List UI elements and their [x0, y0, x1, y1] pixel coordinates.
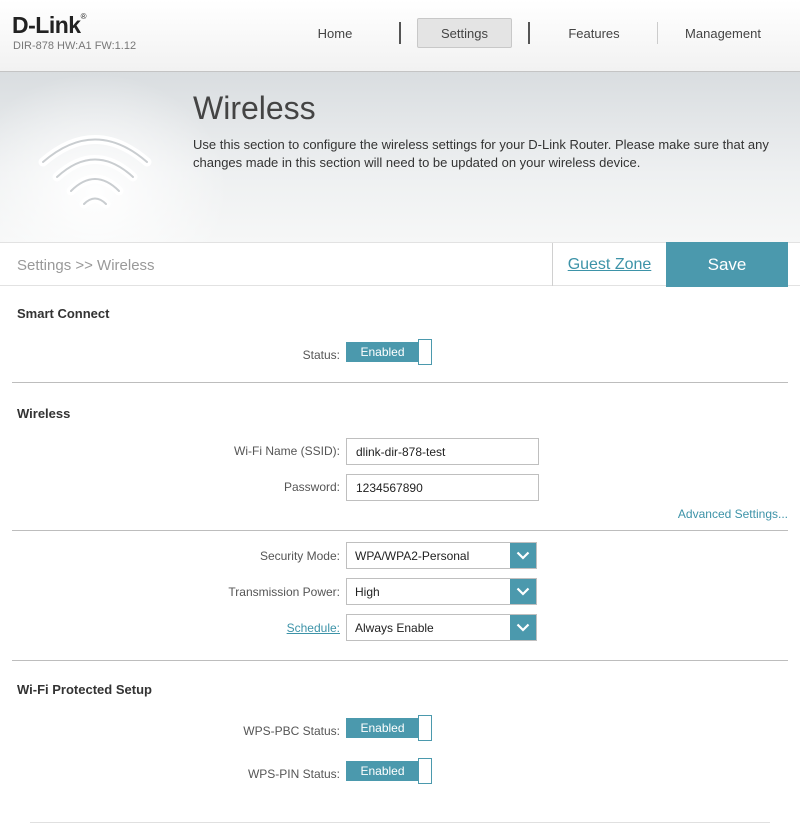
schedule-link[interactable]: Schedule: [287, 621, 340, 635]
nav-separator [657, 22, 658, 44]
transmission-power-select[interactable]: High [346, 578, 537, 605]
security-mode-label: Security Mode: [259, 549, 340, 563]
toggle-knob[interactable] [418, 758, 432, 784]
advanced-settings-link[interactable]: Advanced Settings... [678, 507, 788, 521]
ssid-label: Wi-Fi Name (SSID): [234, 444, 340, 458]
nav-settings[interactable]: Settings [417, 18, 512, 48]
page-description: Use this section to configure the wirele… [193, 137, 769, 170]
toggle-state-text: Enabled [346, 761, 419, 781]
page-banner: Wireless Use this section to configure t… [0, 72, 800, 242]
ssid-input[interactable] [346, 438, 539, 465]
chevron-down-icon[interactable] [510, 543, 536, 568]
toggle-knob[interactable] [418, 715, 432, 741]
toggle-knob[interactable] [418, 339, 432, 365]
section-title-smart-connect: Smart Connect [17, 306, 110, 321]
nav-separator [528, 22, 530, 44]
wps-pbc-toggle[interactable]: Enabled [346, 715, 432, 741]
wps-pbc-label: WPS-PBC Status: [243, 724, 340, 738]
section-divider [12, 660, 788, 661]
toolbar: Settings >> Wireless Guest Zone Save [0, 242, 800, 287]
section-divider [12, 382, 788, 383]
save-button[interactable]: Save [666, 242, 788, 287]
top-nav-bar: D-Link® DIR-878 HW:A1 FW:1.12 Home Setti… [0, 0, 800, 76]
nav-management[interactable]: Management [675, 18, 771, 48]
chevron-down-icon[interactable] [510, 579, 536, 604]
select-value: Always Enable [355, 621, 434, 635]
chevron-down-icon[interactable] [510, 615, 536, 640]
smart-connect-toggle[interactable]: Enabled [346, 339, 432, 365]
guest-zone-link[interactable]: Guest Zone [552, 243, 666, 286]
smart-connect-status-label: Status: [302, 348, 340, 362]
schedule-select[interactable]: Always Enable [346, 614, 537, 641]
toggle-state-text: Enabled [346, 718, 419, 738]
section-title-wps: Wi-Fi Protected Setup [17, 682, 152, 697]
select-value: High [355, 585, 380, 599]
nav-separator [399, 22, 401, 44]
wps-pin-label: WPS-PIN Status: [247, 767, 340, 781]
footer-divider [30, 822, 770, 823]
dlink-logo: D-Link® [12, 12, 87, 38]
nav-features[interactable]: Features [550, 18, 638, 48]
select-value: WPA/WPA2-Personal [355, 549, 470, 563]
section-divider [12, 530, 788, 531]
page-title: Wireless [193, 90, 316, 126]
password-label: Password: [283, 480, 340, 494]
security-mode-select[interactable]: WPA/WPA2-Personal [346, 542, 537, 569]
nav-home[interactable]: Home [300, 18, 370, 48]
wps-pin-toggle[interactable]: Enabled [346, 758, 432, 784]
password-input[interactable] [346, 474, 539, 501]
model-info: DIR-878 HW:A1 FW:1.12 [13, 40, 137, 52]
transmission-power-label: Transmission Power: [228, 585, 340, 599]
wifi-icon [38, 135, 152, 209]
section-title-wireless: Wireless [17, 406, 71, 421]
toggle-state-text: Enabled [346, 342, 419, 362]
breadcrumb: Settings >> Wireless [17, 257, 155, 274]
